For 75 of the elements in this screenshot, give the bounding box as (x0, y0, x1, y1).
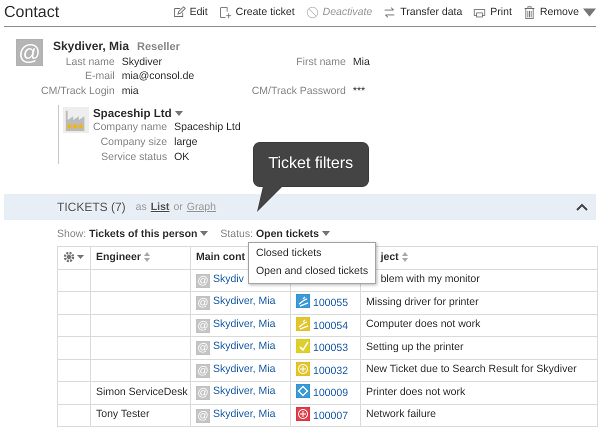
contact-link[interactable]: Skydiver, Mia (213, 385, 276, 398)
field-label: E-mail (84, 70, 116, 84)
section-title: TICKETS (7) (57, 200, 126, 216)
toolbar-button[interactable]: Remove (512, 6, 596, 20)
caret-icon (174, 110, 183, 116)
menu-item[interactable]: Closed tickets (249, 245, 376, 264)
field-value: Spaceship Ltd (174, 121, 241, 136)
table-cell: Simon ServiceDesk (96, 386, 188, 398)
table-cell: Setting up the printer (366, 340, 464, 353)
company-name[interactable]: Spaceship Ltd (93, 106, 241, 122)
view-link[interactable]: List (150, 200, 170, 214)
settings-icon[interactable] (63, 251, 85, 264)
table-cell: Printer does not work (366, 386, 466, 398)
field-label: Service status (100, 150, 168, 164)
field-label: Company size (100, 136, 168, 150)
factory-icon (63, 106, 89, 133)
toolbar-button[interactable]: Print (462, 6, 512, 20)
field-value: large (174, 136, 198, 150)
trash-icon (522, 6, 536, 20)
contact-link[interactable]: Skydiver, Mia (213, 340, 276, 352)
contact-link[interactable]: Skydiver, Mia (213, 362, 276, 375)
caret-icon (322, 231, 330, 236)
contact-name: Skydiver, Mia (53, 39, 130, 55)
tooltip-pointer (256, 186, 283, 212)
table-cell: New Ticket due to Search Result for Skydiver (366, 363, 577, 376)
filter-label: Show: (57, 228, 86, 240)
contact-icon: @ (196, 408, 210, 423)
field-value: *** (352, 84, 366, 99)
add-icon (218, 6, 232, 20)
field-value: Mia (352, 56, 370, 70)
field-value: mia@consol.de (122, 70, 196, 84)
view-prefix: as (136, 200, 147, 214)
table-cell: Tony Tester (96, 408, 150, 420)
collapse-icon[interactable] (576, 203, 588, 212)
contact-icon: @ (196, 296, 210, 310)
column-header: Main cont (196, 250, 245, 263)
contact-link[interactable]: Skydiver, Mia (213, 408, 276, 420)
edit-icon (172, 6, 186, 20)
contact-icon: @ (196, 364, 210, 378)
field-value: Skydiver (122, 56, 163, 70)
arrows-icon (383, 6, 396, 20)
table-cell: Computer does not work (366, 318, 480, 330)
field-label: Company name (93, 121, 168, 136)
contact-link[interactable]: Skydiver, Mia (213, 318, 276, 330)
filter-dropdown[interactable]: Tickets of this person (89, 228, 208, 240)
column-header[interactable]: ject (380, 250, 399, 263)
table-cell: Missing driver for printer (366, 296, 479, 308)
prohibited-icon (306, 6, 319, 20)
filter-dropdown[interactable]: Open tickets (256, 228, 330, 240)
field-label: CM/Track Login (41, 84, 116, 99)
contact-link[interactable]: Skydiv (213, 272, 244, 285)
contact-icon: @ (196, 341, 210, 356)
caret-icon (200, 231, 208, 236)
field-label: First name (295, 56, 347, 70)
page-title: Contact (4, 2, 60, 23)
sort-icon[interactable] (402, 252, 408, 262)
view-separator: or (173, 200, 183, 214)
toolbar-button[interactable]: Edit (162, 6, 208, 20)
toolbar-button[interactable]: Create ticket (208, 6, 295, 20)
contact-icon: @ (196, 318, 210, 333)
table-cell: blem with my monitor (380, 273, 480, 286)
menu-item[interactable]: Open and closed tickets (249, 263, 376, 281)
contact-icon: @ (196, 386, 210, 400)
sort-icon[interactable] (144, 252, 150, 262)
filter-label: Status: (220, 228, 254, 240)
contact-link[interactable]: Skydiver, Mia (213, 295, 276, 308)
contact-icon: @ (196, 274, 210, 288)
field-label: Last name (64, 56, 116, 70)
field-value: mia (122, 84, 140, 99)
field-value: OK (174, 150, 190, 164)
field-label: CM/Track Password (252, 84, 347, 99)
contact-role: Reseller (137, 40, 180, 54)
contact-avatar: @ (16, 39, 43, 66)
toolbar-button[interactable]: Transfer data (372, 6, 462, 20)
table-cell: Network failure (366, 408, 436, 420)
